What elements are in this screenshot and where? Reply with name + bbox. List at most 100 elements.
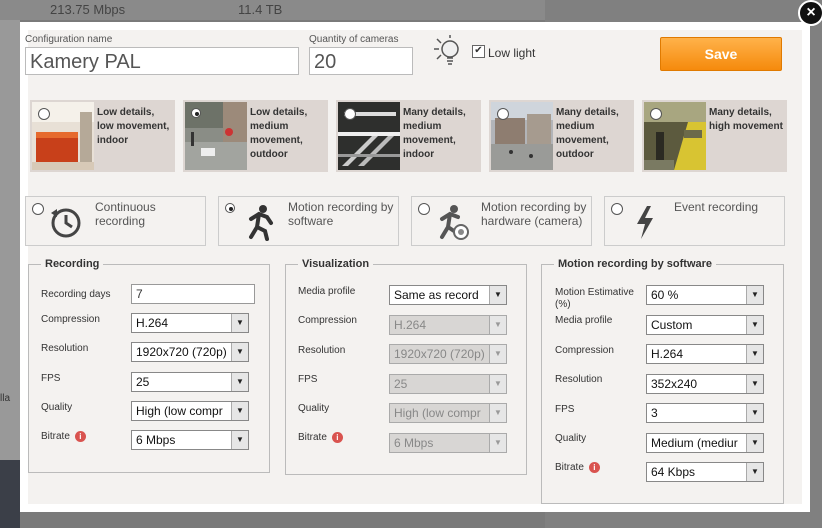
visualization-fps-label: FPS [298,374,318,385]
motion-fps-label: FPS [555,404,575,415]
low-light-checkbox[interactable]: ✔ [472,45,485,58]
chevron-down-icon[interactable]: ▼ [231,314,248,332]
motion-quality-label: Quality [555,433,587,444]
mode-label: Event recording [674,200,759,214]
storage-stat: 11.4 TB [238,2,283,17]
chevron-down-icon[interactable]: ▼ [746,286,763,304]
mode-label: Continuous recording [95,200,156,228]
preset-radio[interactable] [38,108,50,120]
preset-card-high-movement[interactable]: Many details, high movement [642,100,787,172]
mode-continuous[interactable]: Continuous recording [25,196,206,246]
recording-resolution-select[interactable]: 1920x720 (720p) ▼ [131,342,249,362]
preset-radio[interactable] [191,108,201,118]
chevron-down-icon[interactable]: ▼ [231,402,248,420]
chevron-down-icon: ▼ [489,434,506,452]
preset-label: Many details, medium movement, indoor [403,107,466,160]
recording-quality-select[interactable]: High (low compr ▼ [131,401,249,421]
recording-quality-label: Quality [41,402,73,413]
recording-resolution-label: Resolution [41,343,89,354]
recording-days-label: Recording days [41,289,111,300]
mode-radio[interactable] [32,203,44,215]
visualization-media-profile-label: Media profile [298,286,356,297]
preset-card-outdoor-many[interactable]: Many details, medium movement, outdoor [489,100,634,172]
mode-label: Motion recording by hardware (camera) [481,200,587,228]
chevron-down-icon[interactable]: ▼ [746,404,763,422]
chevron-down-icon[interactable]: ▼ [746,375,763,393]
preset-radio[interactable] [497,108,509,120]
chevron-down-icon[interactable]: ▼ [231,373,248,391]
mode-motion-software[interactable]: Motion recording by software [218,196,399,246]
visualization-fps-select: 25 ▼ [389,374,507,394]
preset-label: Many details, medium movement, outdoor [556,107,619,160]
mode-radio[interactable] [225,203,235,213]
preset-radio[interactable] [650,108,662,120]
visualization-bitrate-select: 6 Mbps ▼ [389,433,507,453]
motion-quality-select[interactable]: Medium (mediur ▼ [646,433,764,453]
mode-radio[interactable] [611,203,623,215]
low-light-label: Low light [488,46,536,60]
motion-resolution-select[interactable]: 352x240 ▼ [646,374,764,394]
bandwidth-stat: 213.75 Mbps [50,2,126,17]
visualization-compression-label: Compression [298,315,357,326]
visualization-resolution-label: Resolution [298,345,346,356]
config-name-input[interactable]: Kamery PAL [25,47,299,75]
motion-software-group-title: Motion recording by software [558,258,713,270]
quantity-input[interactable]: 20 [309,47,413,75]
chevron-down-icon: ▼ [489,316,506,334]
recording-days-input[interactable]: 7 [131,284,255,304]
visualization-media-profile-select[interactable]: Same as record ▼ [389,285,507,305]
motion-media-profile-label: Media profile [555,315,613,326]
motion-media-profile-select[interactable]: Custom ▼ [646,315,764,335]
chevron-down-icon[interactable]: ▼ [746,463,763,481]
motion-estimative-label: Motion Estimative (%) [555,287,634,310]
chevron-down-icon[interactable]: ▼ [746,434,763,452]
recording-group-title: Recording [45,258,100,270]
recording-bitrate-select[interactable]: 6 Mbps ▼ [131,430,249,450]
visualization-bitrate-label: Bitrate i [298,432,343,443]
visualization-compression-select: H.264 ▼ [389,315,507,335]
recording-fps-label: FPS [41,373,61,384]
motion-compression-select[interactable]: H.264 ▼ [646,344,764,364]
info-icon[interactable]: i [331,432,343,443]
preset-label: Low details, medium movement, outdoor [250,107,308,160]
save-button[interactable]: Save [660,37,782,71]
visualization-quality-select: High (low compr ▼ [389,403,507,423]
motion-resolution-label: Resolution [555,374,603,385]
info-icon[interactable]: i [588,462,600,473]
motion-bitrate-select[interactable]: 64 Kbps ▼ [646,462,764,482]
preset-card-indoor-low[interactable]: Low details, low movement, indoor [30,100,175,172]
mode-motion-hardware[interactable]: Motion recording by hardware (camera) [411,196,592,246]
chevron-down-icon[interactable]: ▼ [231,431,248,449]
config-name-label: Configuration name [25,34,113,45]
chevron-down-icon: ▼ [489,404,506,422]
mode-radio[interactable] [418,203,430,215]
background-side-text: lla [0,393,11,404]
preset-radio[interactable] [344,108,356,120]
motion-compression-label: Compression [555,345,614,356]
light-bulb-icon [434,35,459,65]
motion-estimative-select[interactable]: 60 % ▼ [646,285,764,305]
quantity-label: Quantity of cameras [309,34,399,45]
preset-card-outdoor-medium[interactable]: Low details, medium movement, outdoor [183,100,328,172]
chevron-down-icon[interactable]: ▼ [746,345,763,363]
background-sidebar: lla [0,20,20,528]
preset-label: Many details, high movement [709,107,783,132]
chevron-down-icon[interactable]: ▼ [746,316,763,334]
chevron-down-icon: ▼ [489,345,506,363]
recording-fps-select[interactable]: 25 ▼ [131,372,249,392]
close-icon[interactable]: × [798,0,822,26]
background-footer [0,460,20,528]
chevron-down-icon: ▼ [489,375,506,393]
running-man-icon [249,205,273,241]
motion-fps-select[interactable]: 3 ▼ [646,403,764,423]
chevron-down-icon[interactable]: ▼ [489,286,506,304]
preset-card-indoor-many[interactable]: Many details, medium movement, indoor [336,100,481,172]
chevron-down-icon[interactable]: ▼ [231,343,248,361]
mode-label: Motion recording by software [288,200,394,228]
mode-event[interactable]: Event recording [604,196,785,246]
recording-compression-select[interactable]: H.264 ▼ [131,313,249,333]
recording-bitrate-label: Bitrate i [41,431,86,442]
recording-compression-label: Compression [41,314,100,325]
visualization-resolution-select: 1920x720 (720p) ▼ [389,344,507,364]
info-icon[interactable]: i [74,431,86,442]
